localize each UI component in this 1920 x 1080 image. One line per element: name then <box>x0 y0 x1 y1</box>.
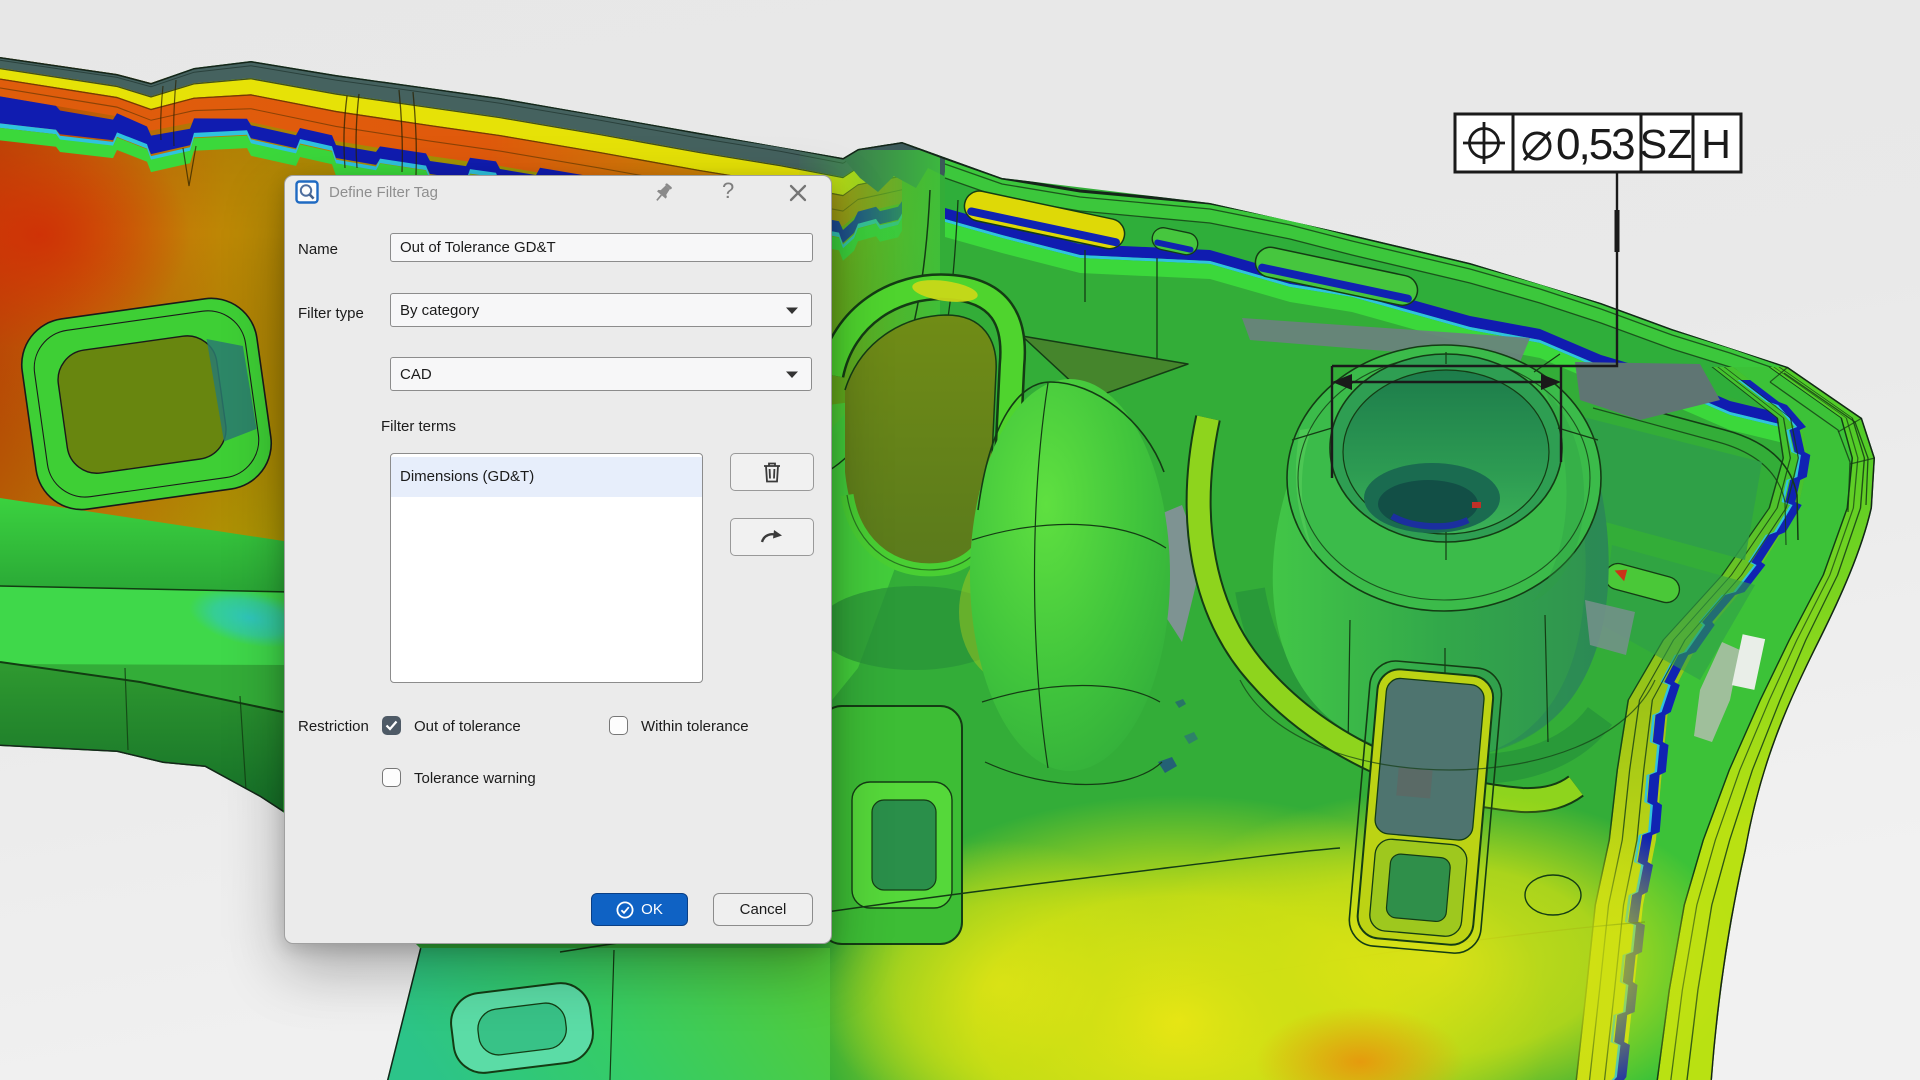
svg-text:SZ: SZ <box>1640 121 1692 167</box>
svg-text:0,53: 0,53 <box>1556 120 1634 169</box>
svg-text:H: H <box>1701 121 1731 167</box>
